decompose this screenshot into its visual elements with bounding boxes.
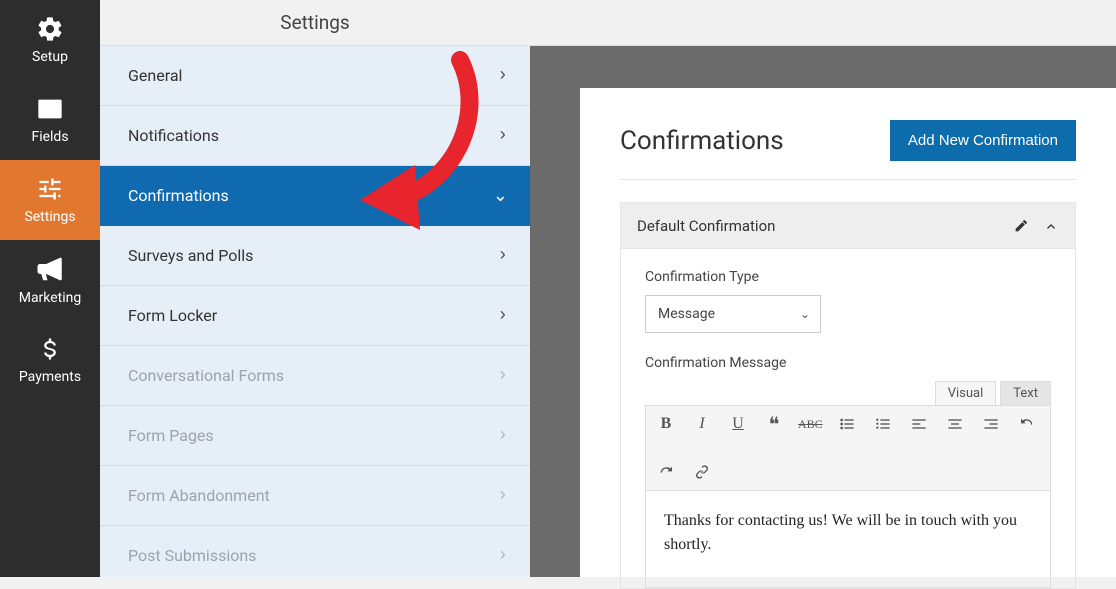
canvas-area: Confirmations Add New Confirmation Defau… bbox=[530, 0, 1116, 577]
main-nav-rail: Setup Fields Settings Marketing Payments bbox=[0, 0, 100, 577]
link-button[interactable] bbox=[690, 460, 714, 484]
editor-content[interactable]: Thanks for contacting us! We will be in … bbox=[645, 491, 1051, 588]
nav-item-settings[interactable]: Settings bbox=[0, 160, 100, 240]
editor-toolbar: B I U ❝ ABC bbox=[645, 405, 1051, 491]
list-icon bbox=[36, 95, 64, 123]
settings-item-general[interactable]: General › bbox=[100, 46, 530, 106]
chevron-right-icon: › bbox=[497, 126, 508, 146]
settings-item-label: Notifications bbox=[128, 126, 219, 145]
settings-panel: Settings General › Notifications › Confi… bbox=[100, 0, 530, 577]
settings-item-label: Form Locker bbox=[128, 306, 217, 325]
card-header: Confirmations Add New Confirmation bbox=[620, 120, 1076, 180]
nav-item-label: Payments bbox=[19, 369, 81, 385]
nav-item-setup[interactable]: Setup bbox=[0, 0, 100, 80]
settings-panel-title: Settings bbox=[100, 0, 530, 46]
tab-visual[interactable]: Visual bbox=[935, 381, 997, 405]
bullet-list-button[interactable] bbox=[835, 412, 859, 436]
confirmation-item: Default Confirmation Confirmation Type M… bbox=[620, 202, 1076, 589]
type-label: Confirmation Type bbox=[645, 269, 1051, 285]
chevron-right-icon: › bbox=[497, 546, 508, 566]
chevron-down-icon: ⌄ bbox=[493, 185, 508, 207]
tab-text[interactable]: Text bbox=[1000, 381, 1051, 405]
settings-item-formlocker[interactable]: Form Locker › bbox=[100, 286, 530, 346]
message-label: Confirmation Message bbox=[645, 355, 1051, 371]
settings-item-label: Form Pages bbox=[128, 426, 214, 445]
settings-item-notifications[interactable]: Notifications › bbox=[100, 106, 530, 166]
undo-button[interactable] bbox=[1015, 412, 1039, 436]
settings-item-confirmations[interactable]: Confirmations ⌄ bbox=[100, 166, 530, 226]
canvas-top-bar bbox=[530, 0, 1116, 46]
confirmation-type-select[interactable]: Message ⌄ bbox=[645, 295, 821, 333]
settings-item-label: Conversational Forms bbox=[128, 366, 284, 385]
settings-item-label: Form Abandonment bbox=[128, 486, 270, 505]
chevron-right-icon: › bbox=[497, 366, 508, 386]
settings-item-label: Surveys and Polls bbox=[128, 246, 253, 265]
chevron-right-icon: › bbox=[497, 306, 508, 326]
chevron-up-icon[interactable] bbox=[1043, 218, 1059, 234]
settings-item-abandonment[interactable]: Form Abandonment › bbox=[100, 466, 530, 526]
redo-button[interactable] bbox=[654, 460, 678, 484]
settings-item-label: Post Submissions bbox=[128, 546, 256, 565]
settings-item-label: Confirmations bbox=[128, 186, 229, 205]
underline-button[interactable]: U bbox=[726, 412, 750, 436]
confirmations-card: Confirmations Add New Confirmation Defau… bbox=[580, 88, 1116, 577]
chevron-right-icon: › bbox=[497, 426, 508, 446]
settings-list: General › Notifications › Confirmations … bbox=[100, 46, 530, 577]
numbered-list-button[interactable] bbox=[871, 412, 895, 436]
nav-item-payments[interactable]: Payments bbox=[0, 320, 100, 400]
chevron-down-icon: ⌄ bbox=[800, 307, 810, 321]
strikethrough-button[interactable]: ABC bbox=[798, 412, 823, 436]
settings-item-surveys[interactable]: Surveys and Polls › bbox=[100, 226, 530, 286]
gear-icon bbox=[36, 15, 64, 43]
confirmation-item-title: Default Confirmation bbox=[637, 217, 775, 235]
nav-item-marketing[interactable]: Marketing bbox=[0, 240, 100, 320]
nav-item-label: Setup bbox=[32, 49, 68, 65]
settings-item-label: General bbox=[128, 66, 182, 85]
add-confirmation-button[interactable]: Add New Confirmation bbox=[890, 120, 1076, 161]
italic-button[interactable]: I bbox=[690, 412, 714, 436]
settings-item-conversational[interactable]: Conversational Forms › bbox=[100, 346, 530, 406]
blockquote-button[interactable]: ❝ bbox=[762, 412, 786, 436]
bold-button[interactable]: B bbox=[654, 412, 678, 436]
settings-item-post-submissions[interactable]: Post Submissions › bbox=[100, 526, 530, 577]
page-title: Confirmations bbox=[620, 126, 784, 156]
edit-icon[interactable] bbox=[1013, 218, 1029, 234]
confirmation-item-body: Confirmation Type Message ⌄ Confirmation… bbox=[621, 249, 1075, 588]
chevron-right-icon: › bbox=[497, 66, 508, 86]
confirmation-item-header[interactable]: Default Confirmation bbox=[621, 203, 1075, 249]
nav-item-label: Marketing bbox=[19, 290, 82, 306]
align-left-button[interactable] bbox=[907, 412, 931, 436]
select-value: Message bbox=[658, 306, 715, 322]
dollar-icon bbox=[36, 335, 64, 363]
editor-tabs: Visual Text bbox=[645, 381, 1051, 405]
align-right-button[interactable] bbox=[979, 412, 1003, 436]
nav-item-label: Settings bbox=[24, 209, 75, 225]
settings-item-formpages[interactable]: Form Pages › bbox=[100, 406, 530, 466]
bullhorn-icon bbox=[35, 254, 65, 284]
nav-item-label: Fields bbox=[31, 129, 68, 145]
chevron-right-icon: › bbox=[497, 486, 508, 506]
chevron-right-icon: › bbox=[497, 246, 508, 266]
sliders-icon bbox=[36, 175, 64, 203]
nav-item-fields[interactable]: Fields bbox=[0, 80, 100, 160]
align-center-button[interactable] bbox=[943, 412, 967, 436]
